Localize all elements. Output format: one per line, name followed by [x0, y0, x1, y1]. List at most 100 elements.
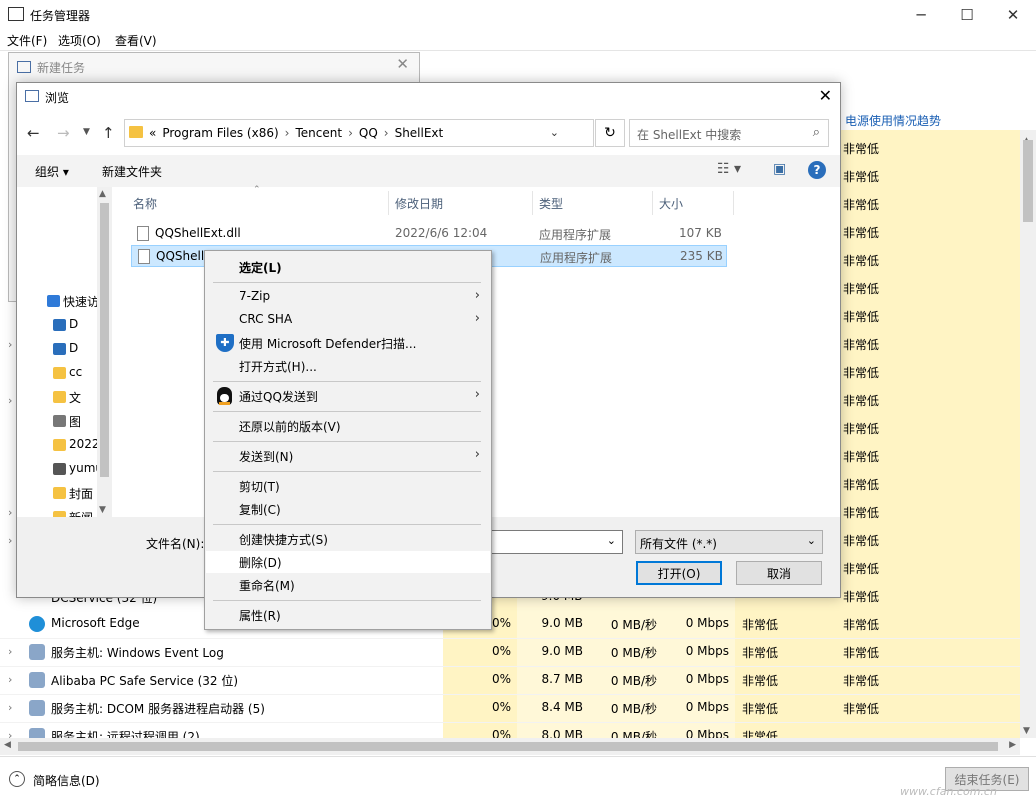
open-button[interactable]: 打开(O) [636, 561, 722, 585]
search-box[interactable]: 在 ShellExt 中搜索 ⌕ [629, 119, 829, 147]
nav-scrollbar[interactable]: ▲ ▼ [97, 187, 112, 517]
menu-item-open-with[interactable]: 打开方式(H)... [206, 355, 490, 377]
menu-item-properties[interactable]: 属性(R) [206, 604, 490, 626]
recent-dropdown-icon[interactable]: ▼ [83, 127, 90, 137]
nav-item[interactable]: 封面 [69, 485, 97, 502]
back-arrow-icon[interactable]: ← [27, 124, 40, 142]
vertical-scrollbar[interactable]: ▲ ▼ [1020, 130, 1036, 738]
menu-item-delete[interactable]: 删除(D) [206, 551, 490, 573]
filetype-value: 所有文件 (*.*) [640, 537, 717, 551]
file-row[interactable]: QQShellExt.dll 2022/6/6 12:04 应用程序扩展 107… [131, 223, 727, 245]
menu-item-send-to[interactable]: 发送到(N) › [206, 445, 490, 467]
header-power-trend[interactable]: 电源使用情况趋势 [845, 112, 941, 129]
menu-options[interactable]: 选项(O) [58, 32, 101, 49]
up-arrow-icon[interactable]: ↑ [102, 124, 115, 142]
expand-chevron[interactable]: › [8, 394, 12, 407]
power-trend-value: 非常低 [843, 674, 880, 688]
taskmgr-footer: ⌃ 简略信息(D) 结束任务(E) www.cfan.com.cn [0, 756, 1036, 804]
expand-chevron[interactable]: › [8, 645, 12, 658]
net-value: 0 Mbps [685, 700, 729, 714]
menu-view[interactable]: 查看(V) [115, 32, 157, 49]
close-button[interactable]: ✕ [990, 0, 1036, 30]
new-folder-button[interactable]: 新建文件夹 [102, 163, 162, 180]
breadcrumb-item[interactable]: ShellExt [395, 126, 444, 140]
disk-value: 0 MB/秒 [610, 618, 657, 632]
nav-item[interactable]: D [69, 317, 97, 331]
nav-item[interactable]: 文 [69, 389, 97, 406]
preview-pane-icon[interactable]: ▣ [773, 161, 786, 177]
pictures-icon [53, 415, 66, 427]
menu-item-defender-scan[interactable]: ✚ 使用 Microsoft Defender扫描... [206, 332, 490, 354]
expand-chevron[interactable]: › [8, 673, 12, 686]
submenu-arrow-icon: › [474, 387, 480, 402]
col-date[interactable]: 修改日期 [395, 195, 443, 212]
hscroll-thumb[interactable] [18, 742, 998, 751]
expand-chevron[interactable]: › [8, 506, 12, 519]
col-name[interactable]: 名称 [133, 195, 157, 212]
breadcrumb-item[interactable]: Program Files (x86) [162, 126, 278, 140]
filename-label: 文件名(N): [146, 537, 205, 551]
help-icon[interactable]: ? [808, 161, 826, 179]
downloads-icon [53, 343, 66, 355]
fewer-details-link[interactable]: 简略信息(D) [33, 772, 100, 789]
expand-chevron[interactable]: › [8, 701, 12, 714]
view-options-icon[interactable]: ☷ ▾ [717, 161, 741, 177]
submenu-arrow-icon: › [474, 288, 480, 303]
process-name: 服务主机: DCOM 服务器进程启动器 (5) [51, 702, 265, 716]
service-gear-icon [29, 700, 45, 716]
documents-icon [53, 391, 66, 403]
nav-item[interactable]: 快速访 [63, 293, 97, 310]
nav-item[interactable]: 2022 [69, 437, 97, 451]
maximize-button[interactable]: ☐ [944, 0, 990, 30]
horizontal-scrollbar[interactable]: ◀ ▶ [0, 738, 1020, 755]
menu-item-rename[interactable]: 重命名(M) [206, 574, 490, 596]
cancel-button[interactable]: 取消 [736, 561, 822, 585]
breadcrumb-overflow[interactable]: « [149, 126, 156, 140]
col-type[interactable]: 类型 [539, 195, 563, 212]
address-dropdown-icon[interactable]: ⌄ [550, 126, 559, 139]
expand-chevron[interactable]: › [8, 338, 12, 351]
collapse-icon[interactable]: ⌃ [9, 771, 25, 787]
nav-item[interactable]: 图 [69, 413, 97, 430]
scroll-thumb[interactable] [1023, 140, 1033, 222]
minimize-button[interactable]: ─ [898, 0, 944, 30]
breadcrumb-separator-icon[interactable]: › [348, 126, 353, 140]
menu-item-copy[interactable]: 复制(C) [206, 498, 490, 520]
submenu-arrow-icon: › [474, 447, 480, 462]
menu-item-send-via-qq[interactable]: 通过QQ发送到 › [206, 385, 490, 407]
menu-item-select[interactable]: 选定(L) [206, 256, 490, 278]
service-gear-icon [29, 644, 45, 660]
submenu-arrow-icon: › [474, 311, 480, 326]
breadcrumb-separator-icon[interactable]: › [384, 126, 389, 140]
menu-item-7zip[interactable]: 7-Zip › [206, 286, 490, 308]
refresh-icon[interactable]: ↻ [595, 119, 625, 147]
browse-close-icon[interactable]: ✕ [819, 86, 832, 105]
menu-file[interactable]: 文件(F) [7, 32, 47, 49]
net-value: 0 Mbps [685, 644, 729, 658]
breadcrumb-item[interactable]: QQ [359, 126, 378, 140]
sort-indicator-icon: ⌃ [253, 185, 261, 195]
nav-item[interactable]: D [69, 341, 97, 355]
file-size: 107 KB [679, 226, 722, 240]
filename-dropdown-icon[interactable]: ⌄ [607, 534, 616, 547]
forward-arrow-icon[interactable]: → [57, 124, 70, 142]
menu-item-create-shortcut[interactable]: 创建快捷方式(S) [206, 528, 490, 550]
nav-item[interactable]: yumu [69, 461, 97, 475]
new-task-close-icon[interactable]: ✕ [396, 55, 409, 73]
process-name: 服务主机: Windows Event Log [51, 646, 224, 660]
expand-chevron[interactable]: › [8, 534, 12, 547]
filetype-select[interactable]: 所有文件 (*.*) ⌄ [635, 530, 823, 554]
address-bar[interactable]: « Program Files (x86) › Tencent › QQ › ShellExt… [124, 119, 594, 147]
power-trend-value: 非常低 [843, 282, 880, 296]
menu-item-crc-sha[interactable]: CRC SHA › [206, 309, 490, 331]
power-value: 非常低 [742, 646, 779, 660]
breadcrumb-item[interactable]: Tencent [295, 126, 342, 140]
qq-penguin-icon [217, 387, 232, 405]
power-trend-value: 非常低 [843, 170, 880, 184]
nav-item[interactable]: cc [69, 365, 97, 379]
menu-item-cut[interactable]: 剪切(T) [206, 475, 490, 497]
col-size[interactable]: 大小 [659, 195, 683, 212]
breadcrumb-separator-icon[interactable]: › [285, 126, 290, 140]
menu-item-restore-versions[interactable]: 还原以前的版本(V) [206, 415, 490, 437]
organize-button[interactable]: 组织 ▾ [35, 163, 69, 180]
